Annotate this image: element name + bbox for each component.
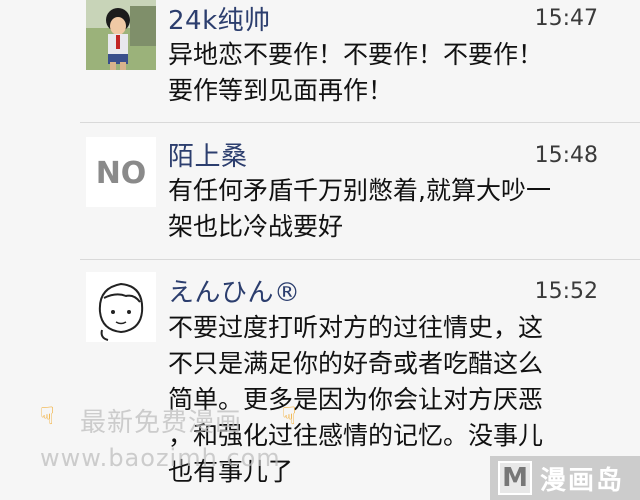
message-line: 有任何矛盾千万别憋着,就算大吵一 <box>168 176 551 205</box>
message-time: 15:52 <box>534 279 598 304</box>
message-line: 架也比冷战要好 <box>168 212 344 241</box>
avatar-24k[interactable] <box>86 0 156 70</box>
message-time: 15:47 <box>534 6 598 31</box>
avatar-sketch[interactable] <box>86 272 156 342</box>
message-line: 不要过度打听对方的过往情史，这 <box>168 313 544 342</box>
avatar-no-text: NO <box>96 156 147 191</box>
sender-name[interactable]: 24k纯帅 <box>168 0 271 37</box>
sender-name[interactable]: 陌上桑 <box>168 136 248 173</box>
message-line: 不只是满足你的好奇或者吃醋这么 <box>168 349 544 378</box>
chat-message-1: 24k纯帅 15:47 异地恋不要作！不要作！不要作！ 要作等到见面再作！ <box>0 0 640 115</box>
chat-message-2: NO 陌上桑 15:48 有任何矛盾千万别憋着,就算大吵一 架也比冷战要好 <box>0 123 640 253</box>
message-time: 15:48 <box>534 143 598 168</box>
sender-name[interactable]: えんひん® <box>168 272 301 309</box>
avatar-no[interactable]: NO <box>86 137 156 207</box>
message-text: 有任何矛盾千万别憋着,就算大吵一 架也比冷战要好 <box>168 173 608 245</box>
chat-screen: 24k纯帅 15:47 异地恋不要作！不要作！不要作！ 要作等到见面再作！ NO… <box>0 0 640 500</box>
message-line: 要作等到见面再作！ <box>168 76 394 105</box>
message-line: 简单。更多是因为你会让对方厌恶 <box>168 385 544 414</box>
brand-name: 漫画岛 <box>540 465 625 496</box>
brand-logo-icon: M <box>498 461 532 495</box>
message-line: ，和强化过往感情的记忆。没事儿 <box>168 421 544 450</box>
message-line: 异地恋不要作！不要作！不要作！ <box>168 40 544 69</box>
brand-badge: M 漫画岛 <box>490 456 640 500</box>
message-text: 异地恋不要作！不要作！不要作！ 要作等到见面再作！ <box>168 37 608 109</box>
